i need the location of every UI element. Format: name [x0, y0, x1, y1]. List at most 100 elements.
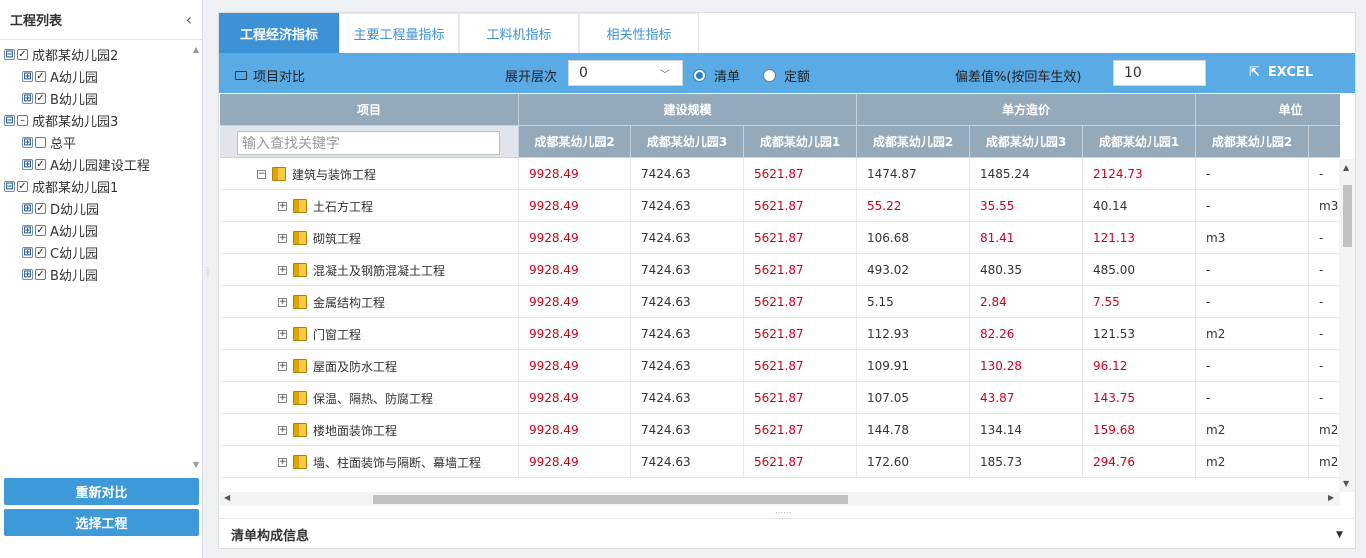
table-cell: 5621.87	[744, 190, 857, 222]
tree-node[interactable]: ⊞ ✓ D幼儿园	[0, 197, 201, 219]
expand-level-select[interactable]: 0 ﹀	[568, 60, 683, 86]
tree-checkbox[interactable]: ✓	[35, 158, 46, 170]
vertical-scroll-thumb[interactable]	[1343, 185, 1352, 247]
table-row[interactable]: + 门窗工程 9928.49 7424.63 5621.87 112.93 82.26 121…	[220, 318, 1340, 350]
expand-node-icon[interactable]: ⊞	[22, 224, 33, 236]
excel-export-button[interactable]: ⇱ EXCEL	[1249, 65, 1313, 80]
tab-quantity-indicators[interactable]: 主要工程量指标	[339, 13, 459, 53]
expand-node-icon[interactable]: ⊞	[22, 268, 33, 280]
sub-header-2: 成都某幼儿园1	[744, 126, 857, 158]
tree-checkbox[interactable]: ✓	[35, 268, 46, 280]
collapse-node-icon[interactable]: ⊟	[4, 48, 15, 60]
table-cell: 7424.63	[631, 158, 744, 190]
deviation-input[interactable]: 10	[1113, 60, 1206, 86]
collapse-panel-icon[interactable]: ‹	[186, 10, 192, 29]
tree-checkbox[interactable]: ✓	[35, 246, 46, 258]
radio-list-icon[interactable]	[693, 69, 706, 82]
table-row[interactable]: + 金属结构工程 9928.49 7424.63 5621.87 5.15 2.84 7.55…	[220, 286, 1340, 318]
table-row[interactable]: + 土石方工程 9928.49 7424.63 5621.87 55.22 35.55 40.…	[220, 190, 1340, 222]
item-name-cell: + 楼地面装饰工程	[220, 414, 519, 446]
expand-row-icon[interactable]: +	[278, 393, 287, 403]
expand-node-icon[interactable]: ⊞	[22, 246, 33, 258]
bill-composition-panel[interactable]: 清单构成信息 ▼	[219, 518, 1355, 550]
expand-node-icon[interactable]: ⊞	[22, 70, 33, 82]
table-row[interactable]: + 混凝土及钢筋混凝土工程 9928.49 7424.63 5621.87 493.02 4…	[220, 254, 1340, 286]
collapse-row-icon[interactable]: −	[257, 169, 266, 179]
tree-checkbox[interactable]	[35, 136, 46, 148]
tree-node[interactable]: ⊟ – 成都某幼儿园3	[0, 109, 201, 131]
table-row[interactable]: + 墙、柱面装饰与隔断、幕墙工程 9928.49 7424.63 5621.87 172.…	[220, 446, 1340, 478]
radio-quota-option[interactable]: 定额	[763, 66, 810, 85]
book-icon	[293, 391, 307, 405]
item-name: 建筑与装饰工程	[292, 167, 377, 182]
expand-row-icon[interactable]: +	[278, 361, 287, 371]
table-row[interactable]: + 楼地面装饰工程 9928.49 7424.63 5621.87 144.78 134.1…	[220, 414, 1340, 446]
table-cell: 9928.49	[519, 414, 631, 446]
book-icon	[293, 263, 307, 277]
expand-row-icon[interactable]: +	[278, 233, 287, 243]
expand-node-icon[interactable]: ⊞	[22, 202, 33, 214]
scroll-down-icon[interactable]: ▼	[1343, 479, 1349, 488]
item-name: 屋面及防水工程	[313, 359, 398, 374]
select-project-button[interactable]: 选择工程	[4, 509, 199, 536]
tree-checkbox[interactable]: ✓	[17, 180, 28, 192]
item-name-cell: + 门窗工程	[220, 318, 519, 350]
tree-node[interactable]: ⊟ ✓ 成都某幼儿园2	[0, 43, 201, 65]
horizontal-scroll-thumb[interactable]	[373, 495, 848, 504]
tree-scroll-down-icon[interactable]: ▼	[193, 460, 199, 469]
tree-checkbox[interactable]: ✓	[35, 92, 46, 104]
tree-checkbox[interactable]: ✓	[35, 70, 46, 82]
expand-node-icon[interactable]: ⊞	[22, 158, 33, 170]
tree-node[interactable]: ⊞ ✓ B幼儿园	[0, 87, 201, 109]
book-icon	[293, 295, 307, 309]
sub-header-4: 成都某幼儿园3	[970, 126, 1083, 158]
tree-node[interactable]: ⊞ ✓ C幼儿园	[0, 241, 201, 263]
tab-economic-indicators[interactable]: 工程经济指标	[219, 13, 339, 53]
tree-node[interactable]: ⊞ ✓ B幼儿园	[0, 263, 201, 285]
tab-correlation-indicators[interactable]: 相关性指标	[579, 13, 699, 53]
tree-node[interactable]: ⊞ ✓ A幼儿园	[0, 219, 201, 241]
table-row[interactable]: + 保温、隔热、防腐工程 9928.49 7424.63 5621.87 107.05 43…	[220, 382, 1340, 414]
tab-material-indicators[interactable]: 工料机指标	[459, 13, 579, 53]
panel-splitter[interactable]: ⋮ ⋮	[204, 267, 212, 292]
expand-row-icon[interactable]: +	[278, 265, 287, 275]
tree-node[interactable]: ⊞ 总平	[0, 131, 201, 153]
expand-node-icon[interactable]: ⊞	[22, 136, 33, 148]
collapse-node-icon[interactable]: ⊟	[4, 180, 15, 192]
table-cell: 9928.49	[519, 254, 631, 286]
tree-node[interactable]: ⊟ ✓ 成都某幼儿园1	[0, 175, 201, 197]
collapse-node-icon[interactable]: ⊟	[4, 114, 15, 126]
scroll-up-icon[interactable]: ▲	[1343, 163, 1349, 172]
radio-quota-icon[interactable]	[763, 69, 776, 82]
tree-scroll-up-icon[interactable]: ▲	[193, 45, 199, 54]
expand-row-icon[interactable]: +	[278, 201, 287, 211]
horizontal-scrollbar[interactable]: ◀ ▶	[220, 492, 1340, 506]
expand-row-icon[interactable]: +	[278, 457, 287, 467]
tree-checkbox[interactable]: –	[17, 114, 28, 126]
table-cell: 144.78	[857, 414, 970, 446]
table-row[interactable]: + 屋面及防水工程 9928.49 7424.63 5621.87 109.91 130.2…	[220, 350, 1340, 382]
tree-checkbox[interactable]: ✓	[35, 202, 46, 214]
scroll-left-icon[interactable]: ◀	[224, 493, 230, 502]
tree-node[interactable]: ⊞ ✓ A幼儿园建设工程	[0, 153, 201, 175]
recompare-button[interactable]: 重新对比	[4, 478, 199, 505]
table-cell: 7424.63	[631, 286, 744, 318]
scroll-right-icon[interactable]: ▶	[1328, 493, 1334, 502]
tree-node[interactable]: ⊞ ✓ A幼儿园	[0, 65, 201, 87]
vertical-scrollbar[interactable]: ▲ ▼	[1339, 159, 1355, 492]
bottom-splitter[interactable]: ⋯⋯	[775, 508, 791, 517]
expand-node-icon[interactable]: ⊞	[22, 92, 33, 104]
radio-list-option[interactable]: 清单	[693, 66, 740, 85]
table-cell: 7424.63	[631, 190, 744, 222]
expand-row-icon[interactable]: +	[278, 425, 287, 435]
keyword-search-input[interactable]: 输入查找关键字	[237, 131, 500, 155]
tree-checkbox[interactable]: ✓	[35, 224, 46, 236]
caret-down-icon[interactable]: ▼	[1336, 530, 1343, 540]
table-row[interactable]: + 砌筑工程 9928.49 7424.63 5621.87 106.68 81.41 121…	[220, 222, 1340, 254]
expand-row-icon[interactable]: +	[278, 297, 287, 307]
tree-checkbox[interactable]: ✓	[17, 48, 28, 60]
table-cell: 7424.63	[631, 350, 744, 382]
expand-row-icon[interactable]: +	[278, 329, 287, 339]
project-compare-button[interactable]: 项目对比	[235, 66, 305, 85]
table-row[interactable]: − 建筑与装饰工程 9928.49 7424.63 5621.87 1474.87 1485…	[220, 158, 1340, 190]
